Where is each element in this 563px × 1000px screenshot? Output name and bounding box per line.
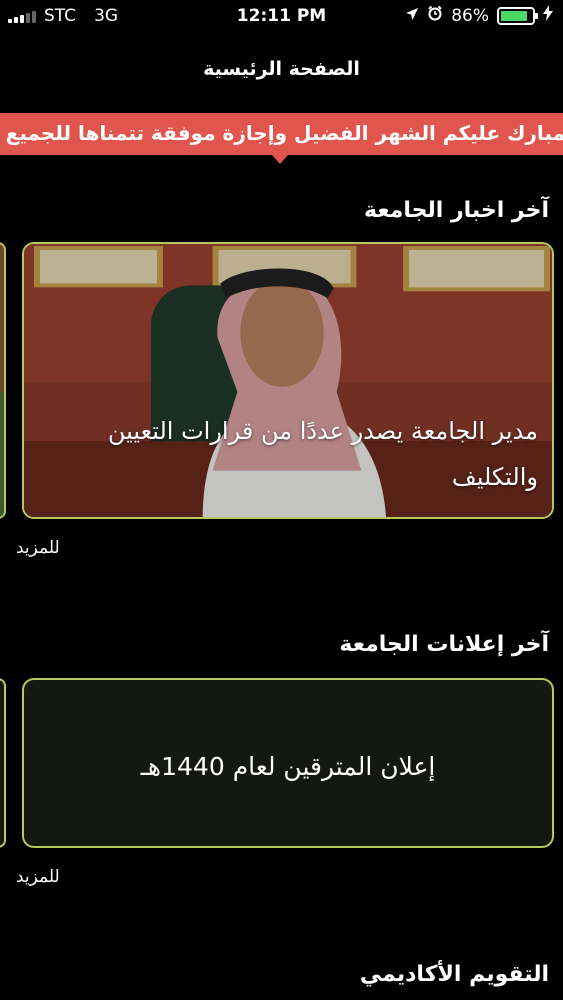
battery-icon: [497, 6, 538, 25]
charging-bolt-icon: [543, 5, 553, 26]
banner-pointer: [272, 155, 288, 164]
calendar-section-title: التقويم الأكاديمي: [359, 962, 549, 987]
alarm-clock-icon: [427, 5, 443, 26]
previous-news-card[interactable]: [0, 242, 6, 519]
announcement-card[interactable]: إعلان المترقين لعام 1440هـ: [22, 678, 554, 848]
status-bar: STC 3G 12:11 PM 86%: [0, 0, 563, 34]
previous-announcement-card[interactable]: [0, 678, 6, 848]
announcement-banner[interactable]: مبارك عليكم الشهر الفضيل وإجازة موفقة تت…: [0, 113, 563, 155]
announcements-section-title: آخر إعلانات الجامعة: [339, 632, 549, 657]
location-arrow-icon: [405, 6, 419, 26]
news-more-link[interactable]: للمزيد: [16, 538, 60, 558]
banner-text: مبارك عليكم الشهر الفضيل وإجازة موفقة تت…: [5, 121, 563, 145]
page-title: الصفحة الرئيسية: [203, 58, 360, 80]
status-bar-right: 86%: [405, 5, 553, 26]
news-caption: مدير الجامعة يصدر عددًا من قرارات التعيي…: [107, 417, 538, 491]
announcement-text: إعلان المترقين لعام 1440هـ: [140, 752, 436, 781]
announcements-more-link[interactable]: للمزيد: [16, 867, 60, 887]
battery-percent: 86%: [451, 5, 489, 26]
news-card[interactable]: مدير الجامعة يصدر عددًا من قرارات التعيي…: [22, 242, 554, 519]
news-section-title: آخر اخبار الجامعة: [363, 198, 549, 223]
battery-fill: [501, 10, 527, 21]
